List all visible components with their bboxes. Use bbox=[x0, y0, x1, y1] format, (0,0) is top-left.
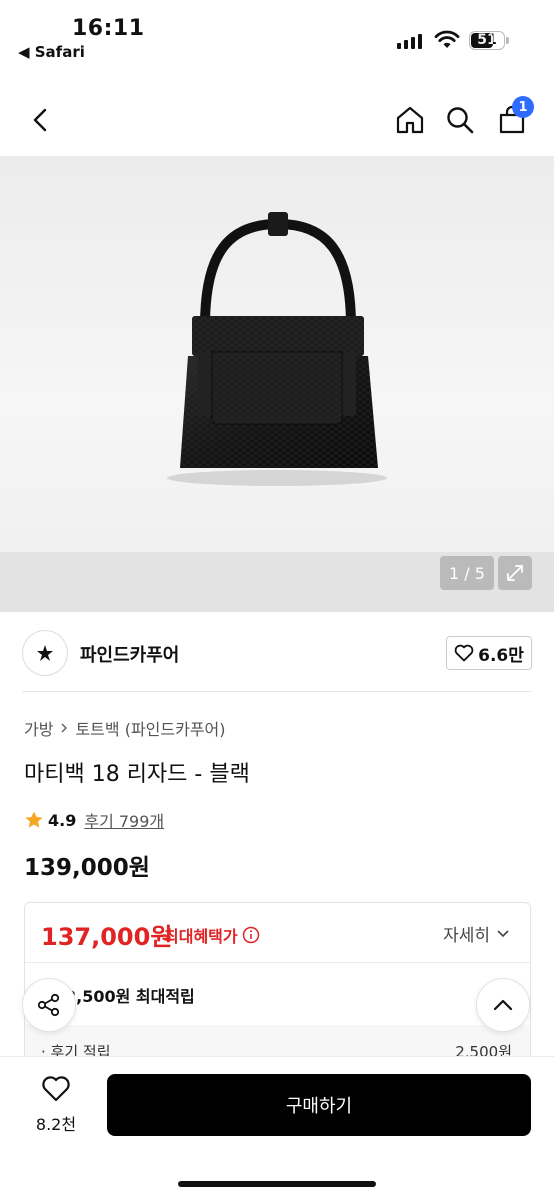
cart-button[interactable]: 1 bbox=[494, 96, 534, 138]
scroll-top-button[interactable] bbox=[476, 978, 530, 1032]
chevron-right-icon bbox=[61, 723, 68, 733]
best-price-label-text: 최대혜택가 bbox=[164, 927, 238, 946]
rating-row: 4.9 후기 799개 bbox=[24, 808, 164, 832]
search-icon bbox=[447, 107, 474, 134]
image-counter: 1 / 5 bbox=[440, 556, 494, 590]
detail-label: 자세히 bbox=[443, 926, 490, 946]
expand-image-button[interactable] bbox=[498, 556, 532, 590]
brand-row: 파인드카푸어 6.6만 bbox=[22, 628, 532, 678]
home-icon bbox=[396, 106, 424, 134]
expand-icon bbox=[507, 565, 523, 581]
rating-score: 4.9 bbox=[48, 810, 77, 830]
status-time: 16:11 bbox=[72, 16, 145, 41]
back-to-safari[interactable]: ◀ Safari bbox=[18, 43, 85, 61]
status-bar: 16:11 ◀ Safari 51 bbox=[0, 0, 554, 75]
wifi-icon bbox=[434, 30, 460, 48]
top-nav: 1 bbox=[0, 88, 554, 152]
chevron-left-icon bbox=[33, 108, 47, 132]
breadcrumb-subcategory[interactable]: 토트백 (파인드카푸어) bbox=[75, 716, 225, 740]
cart-count-badge: 1 bbox=[512, 96, 534, 118]
review-count-link[interactable]: 후기 799개 bbox=[84, 808, 164, 832]
share-icon bbox=[37, 993, 60, 1017]
benefit-box: 137,000원 최대혜택가 자세히 2,500원 최대적립 · 후기 적립 2… bbox=[24, 902, 531, 1062]
brand-logo[interactable] bbox=[22, 630, 68, 676]
bottom-action-bar: 8.2천 구매하기 bbox=[0, 1056, 554, 1200]
product-price: 139,000원 bbox=[24, 855, 150, 881]
battery-level: 51 bbox=[477, 32, 497, 48]
star-icon bbox=[25, 811, 43, 828]
wishlist-button[interactable]: 8.2천 bbox=[22, 1075, 90, 1135]
share-button[interactable] bbox=[22, 978, 76, 1032]
breadcrumb-category[interactable]: 가방 bbox=[24, 716, 53, 740]
divider bbox=[22, 691, 532, 692]
battery-icon: 51 bbox=[469, 31, 505, 50]
chevron-up-icon bbox=[493, 999, 513, 1011]
chevron-down-icon bbox=[497, 929, 509, 937]
search-button[interactable] bbox=[442, 102, 478, 138]
best-price-label: 최대혜택가 bbox=[164, 923, 260, 947]
brand-like-count: 6.6만 bbox=[478, 645, 524, 666]
best-price-row: 137,000원 최대혜택가 자세히 bbox=[25, 903, 530, 963]
product-image bbox=[167, 212, 387, 486]
product-image-gallery[interactable]: 1 / 5 bbox=[0, 156, 554, 612]
heart-icon bbox=[42, 1076, 70, 1102]
max-points: 2,500원 최대적립 bbox=[65, 987, 195, 1006]
detail-toggle[interactable]: 자세히 bbox=[443, 921, 510, 946]
breadcrumb: 가방 토트백 (파인드카푸어) bbox=[24, 716, 226, 740]
product-title: 마티백 18 리자드 - 블랙 bbox=[24, 762, 250, 787]
home-indicator bbox=[178, 1181, 376, 1187]
brand-name[interactable]: 파인드카푸어 bbox=[80, 641, 179, 667]
info-icon[interactable] bbox=[242, 926, 260, 944]
brand-like-button[interactable]: 6.6만 bbox=[446, 636, 532, 670]
cellular-signal-icon bbox=[397, 33, 422, 49]
heart-icon bbox=[454, 644, 474, 662]
buy-button[interactable]: 구매하기 bbox=[107, 1074, 531, 1136]
brand-logo-icon bbox=[37, 645, 53, 661]
home-button[interactable] bbox=[392, 102, 428, 138]
wishlist-count: 8.2천 bbox=[35, 1115, 77, 1134]
back-button[interactable] bbox=[22, 102, 58, 138]
best-price: 137,000원 bbox=[41, 923, 173, 951]
points-row: 2,500원 최대적립 bbox=[25, 963, 530, 1025]
